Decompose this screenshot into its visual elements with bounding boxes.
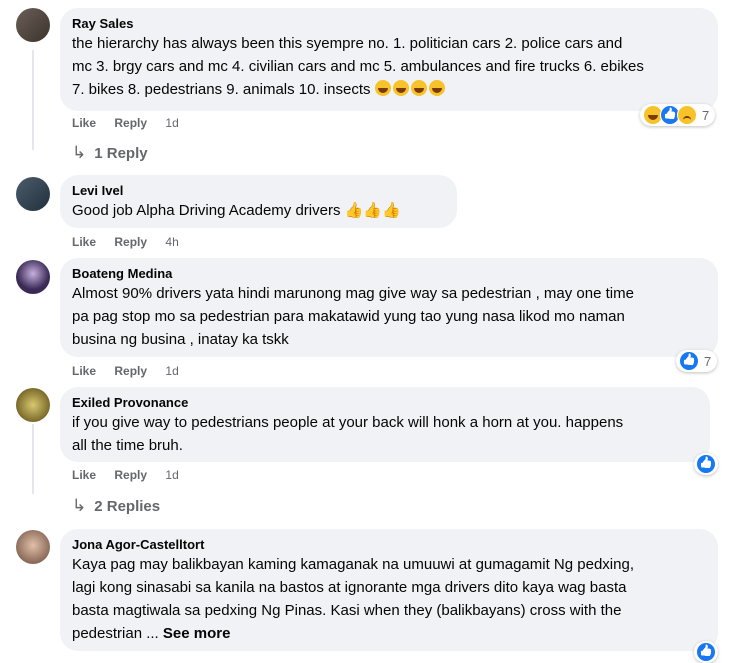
- reaction-summary[interactable]: 7: [640, 104, 716, 126]
- thread-line: [32, 50, 34, 150]
- like-reaction-icon: [696, 454, 716, 474]
- like-reaction-icon: [679, 351, 699, 371]
- comment-text-line: the hierarchy has always been this syemp…: [72, 35, 623, 52]
- comment-author[interactable]: Exiled Provonance: [72, 394, 698, 411]
- comment-text-line: pedestrian ... See more: [72, 622, 706, 645]
- view-replies-link[interactable]: ↳ 1 Reply: [72, 143, 148, 163]
- comment-actions: Like Reply 1d: [72, 468, 194, 482]
- comment-text-segment: 7. bikes 8. pedestrians 9. animals 10. i…: [72, 81, 371, 98]
- comment-time[interactable]: 4h: [165, 235, 178, 249]
- comment-author[interactable]: Jona Agor-Castelltort: [72, 536, 706, 553]
- like-button[interactable]: Like: [72, 364, 96, 378]
- sad-reaction-icon: [677, 105, 697, 125]
- reply-button[interactable]: Reply: [114, 116, 147, 130]
- like-button[interactable]: Like: [72, 468, 96, 482]
- comment-time[interactable]: 1d: [165, 468, 178, 482]
- comment-actions: Like Reply 1d: [72, 364, 194, 378]
- reply-button[interactable]: Reply: [114, 364, 147, 378]
- reply-button[interactable]: Reply: [114, 468, 147, 482]
- laughing-emoji-icon: [374, 80, 391, 96]
- comment-text-line: Kaya pag may balikbayan kaming kamaganak…: [72, 556, 634, 573]
- comment-text-line: pa pag stop mo sa pedestrian para makata…: [72, 308, 625, 325]
- laughing-emoji-icon: [410, 80, 427, 96]
- comment-text-segment: Good job Alpha Driving Academy drivers: [72, 202, 341, 219]
- laughing-emoji-icon: [392, 80, 409, 96]
- avatar[interactable]: [16, 388, 50, 422]
- view-replies-link[interactable]: ↳ 2 Replies: [72, 496, 160, 516]
- like-button[interactable]: Like: [72, 116, 96, 130]
- comment-text-line: lagi kong sinasabi sa kanila na bastos a…: [72, 579, 627, 596]
- comment-bubble: Ray Sales the hierarchy has always been …: [60, 8, 718, 111]
- see-more-link[interactable]: See more: [163, 625, 231, 642]
- comment-bubble: Boateng Medina Almost 90% drivers yata h…: [60, 258, 718, 357]
- comment-text-segment: pedestrian ...: [72, 625, 159, 642]
- comment-text-line: Almost 90% drivers yata hindi marunong m…: [72, 285, 634, 302]
- replies-label: 2 Replies: [94, 498, 161, 515]
- reaction-summary[interactable]: [694, 641, 718, 663]
- reply-button[interactable]: Reply: [114, 235, 147, 249]
- comment-text-line: busina ng busina , inatay ka tskk: [72, 331, 289, 348]
- comment-text-line: basta magtiwala sa pedxing Ng Pinas. Kas…: [72, 602, 622, 619]
- avatar[interactable]: [16, 177, 50, 211]
- comment-bubble: Levi Ivel Good job Alpha Driving Academy…: [60, 175, 457, 228]
- reaction-count: 7: [702, 107, 710, 123]
- comment-author[interactable]: Ray Sales: [72, 15, 706, 32]
- avatar[interactable]: [16, 260, 50, 294]
- reply-arrow-icon: ↳: [72, 143, 87, 162]
- reaction-summary[interactable]: [694, 453, 718, 475]
- comment-text-line: all the time bruh.: [72, 437, 183, 454]
- thumbs-up-emoji-icon: 👍👍👍: [344, 202, 401, 219]
- laughing-emoji-icon: [428, 80, 445, 96]
- comment-actions: Like Reply 1d: [72, 116, 194, 130]
- thread-line: [32, 424, 34, 494]
- comment-bubble: Jona Agor-Castelltort Kaya pag may balik…: [60, 529, 718, 651]
- comment-time[interactable]: 1d: [165, 116, 178, 130]
- comment-author[interactable]: Boateng Medina: [72, 265, 706, 282]
- comment-author[interactable]: Levi Ivel: [72, 182, 445, 199]
- comment-text-line: 7. bikes 8. pedestrians 9. animals 10. i…: [72, 78, 706, 101]
- comment-text-line: mc 3. brgy cars and mc 4. civilian cars …: [72, 58, 644, 75]
- comment-bubble: Exiled Provonance if you give way to ped…: [60, 387, 710, 462]
- like-button[interactable]: Like: [72, 235, 96, 249]
- reply-arrow-icon: ↳: [72, 496, 87, 515]
- reaction-count: 7: [704, 353, 712, 369]
- reaction-summary[interactable]: 7: [676, 350, 718, 372]
- comment-actions: Like Reply 4h: [72, 235, 194, 249]
- like-reaction-icon: [696, 642, 716, 662]
- comment-time[interactable]: 1d: [165, 364, 178, 378]
- comment-text-line: Good job Alpha Driving Academy drivers 👍…: [72, 199, 445, 222]
- avatar[interactable]: [16, 530, 50, 564]
- avatar[interactable]: [16, 8, 50, 42]
- replies-label: 1 Reply: [94, 145, 148, 162]
- comment-text-line: if you give way to pedestrians people at…: [72, 414, 624, 431]
